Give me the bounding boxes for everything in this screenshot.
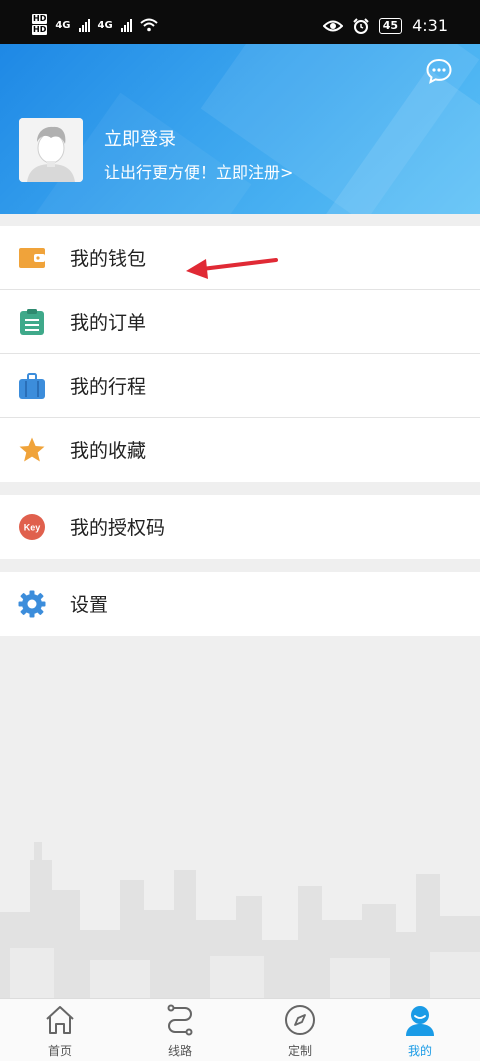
- tab-custom[interactable]: 定制: [240, 999, 360, 1061]
- bottom-tab-bar: 首页 线路 定制 我的: [0, 998, 480, 1061]
- key-badge-icon: Key: [19, 514, 45, 540]
- tab-route[interactable]: 线路: [120, 999, 240, 1061]
- menu-item-label: 我的订单: [70, 312, 147, 334]
- tab-label: 首页: [47, 1044, 72, 1058]
- message-icon[interactable]: [426, 58, 452, 84]
- menu-item-favorites[interactable]: 我的收藏: [0, 418, 480, 482]
- status-right: 45 4:31: [322, 16, 448, 35]
- order-list-icon: [20, 309, 44, 335]
- avatar[interactable]: [19, 118, 83, 182]
- annotation-arrow-icon: [186, 258, 278, 279]
- key-badge-text: Key: [24, 523, 41, 533]
- menu-item-label: 我的行程: [70, 376, 147, 398]
- menu-item-orders[interactable]: 我的订单: [0, 290, 480, 354]
- network-type-2: 4G: [97, 19, 113, 31]
- menu-item-label: 我的授权码: [70, 517, 166, 539]
- menu-item-label: 我的钱包: [70, 248, 147, 270]
- hd-icon: HD HD: [32, 14, 48, 35]
- city-skyline-illustration: [0, 842, 480, 998]
- battery-icon: 45: [378, 17, 403, 34]
- route-icon: [167, 1004, 193, 1036]
- status-bar: HD HD 4G 4G 45 4:31: [0, 0, 480, 44]
- suitcase-icon: [19, 373, 45, 399]
- signal-icon: [78, 18, 90, 32]
- network-type-1: 4G: [55, 19, 71, 31]
- tab-label: 定制: [287, 1044, 312, 1058]
- profile-header: 立即登录 让出行更方便！立即注册>: [0, 44, 480, 214]
- wifi-icon: [140, 18, 158, 32]
- tab-label: 线路: [167, 1044, 192, 1058]
- menu-item-settings[interactable]: 设置: [0, 572, 480, 636]
- register-link[interactable]: 让出行更方便！立即注册>: [104, 159, 293, 183]
- menu-group-auth: Key 我的授权码: [0, 495, 480, 559]
- clock: 4:31: [412, 16, 448, 35]
- menu-group-settings: 设置: [0, 572, 480, 636]
- default-avatar-icon: [19, 118, 83, 182]
- menu-item-label: 设置: [70, 594, 109, 616]
- signal-icon-2: [120, 18, 132, 32]
- gear-icon: [18, 590, 46, 618]
- login-link[interactable]: 立即登录: [104, 125, 176, 151]
- tab-mine[interactable]: 我的: [360, 999, 480, 1061]
- user-icon: [406, 1006, 434, 1036]
- compass-icon: [285, 1005, 315, 1035]
- star-icon: [19, 437, 45, 462]
- status-left: HD HD 4G 4G: [32, 14, 158, 36]
- alarm-icon: [353, 17, 369, 34]
- menu-item-label: 我的收藏: [70, 440, 147, 462]
- home-icon: [46, 1006, 74, 1034]
- eye-icon: [322, 20, 343, 31]
- wallet-icon: [19, 248, 45, 268]
- menu-item-trips[interactable]: 我的行程: [0, 354, 480, 418]
- tab-home[interactable]: 首页: [0, 999, 120, 1061]
- menu-item-auth-code[interactable]: Key 我的授权码: [0, 495, 480, 559]
- tab-label: 我的: [407, 1044, 432, 1058]
